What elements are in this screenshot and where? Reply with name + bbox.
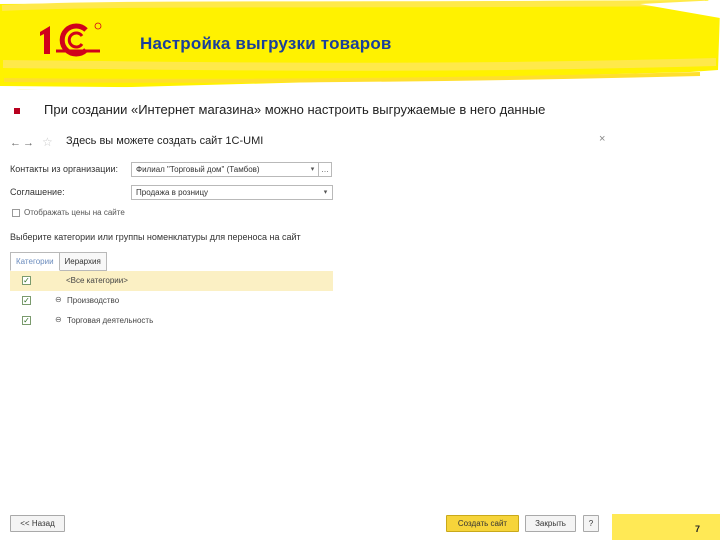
show-prices-checkbox[interactable] [12, 209, 20, 217]
table-row[interactable]: ✓ <Все категории> [10, 271, 333, 291]
slide-title: Настройка выгрузки товаров [140, 34, 392, 53]
row-label: Торговая деятельность [67, 316, 154, 325]
row-checkbox[interactable]: ✓ [22, 276, 31, 285]
close-button[interactable]: Закрыть [525, 515, 576, 532]
category-grid: ✓ <Все категории> ✓ ⊖ Производство ✓ ⊖ Т… [10, 271, 333, 331]
contacts-field[interactable]: Филиал "Торговый дом" (Тамбов) [131, 162, 319, 177]
arrow-right-icon[interactable]: → [23, 137, 36, 149]
table-row[interactable]: ✓ ⊖ Производство [10, 291, 333, 311]
tab-hierarchy[interactable]: Иерархия [59, 252, 107, 271]
1c-logo [40, 22, 102, 57]
row-checkbox[interactable]: ✓ [22, 316, 31, 325]
tab-categories[interactable]: Категории [10, 252, 60, 271]
back-button[interactable]: << Назад [10, 515, 65, 532]
agreement-field[interactable]: Продажа в розницу [131, 185, 333, 200]
close-icon[interactable]: × [599, 133, 605, 145]
create-site-button[interactable]: Создать сайт [446, 515, 519, 532]
collapse-icon[interactable]: ⊖ [55, 295, 62, 304]
table-row[interactable]: ✓ ⊖ Торговая деятельность [10, 311, 333, 331]
show-prices-label: Отображать цены на сайте [24, 208, 125, 217]
row-checkbox[interactable]: ✓ [22, 296, 31, 305]
agreement-label: Соглашение: [10, 187, 65, 197]
contacts-label: Контакты из организации: [10, 164, 118, 174]
footer-strip [612, 514, 720, 540]
form-title: Здесь вы можете создать сайт 1С-UMI [66, 135, 264, 147]
star-icon[interactable]: ☆ [42, 135, 53, 149]
collapse-icon[interactable]: ⊖ [55, 315, 62, 324]
arrow-left-icon[interactable]: ← [10, 137, 23, 149]
row-label: Производство [67, 296, 120, 305]
chevron-down-icon[interactable]: ▾ [319, 185, 332, 200]
bullet-text: При создании «Интернет магазина» можно н… [44, 102, 546, 117]
page-number: 7 [695, 524, 701, 534]
help-button[interactable]: ? [583, 515, 599, 532]
tabs: Категории Иерархия [10, 252, 107, 271]
navigation-arrows: ←→ [10, 137, 36, 149]
open-button[interactable]: … [319, 162, 332, 177]
chevron-down-icon[interactable]: ▾ [306, 162, 319, 177]
slide-header: Настройка выгрузки товаров [0, 0, 720, 90]
site-creation-form: ←→ ☆ Здесь вы можете создать сайт 1С-UMI… [0, 126, 720, 540]
row-label: <Все категории> [66, 276, 128, 285]
section-heading: Выберите категории или группы номенклату… [10, 232, 301, 242]
bullet-marker [14, 108, 20, 114]
